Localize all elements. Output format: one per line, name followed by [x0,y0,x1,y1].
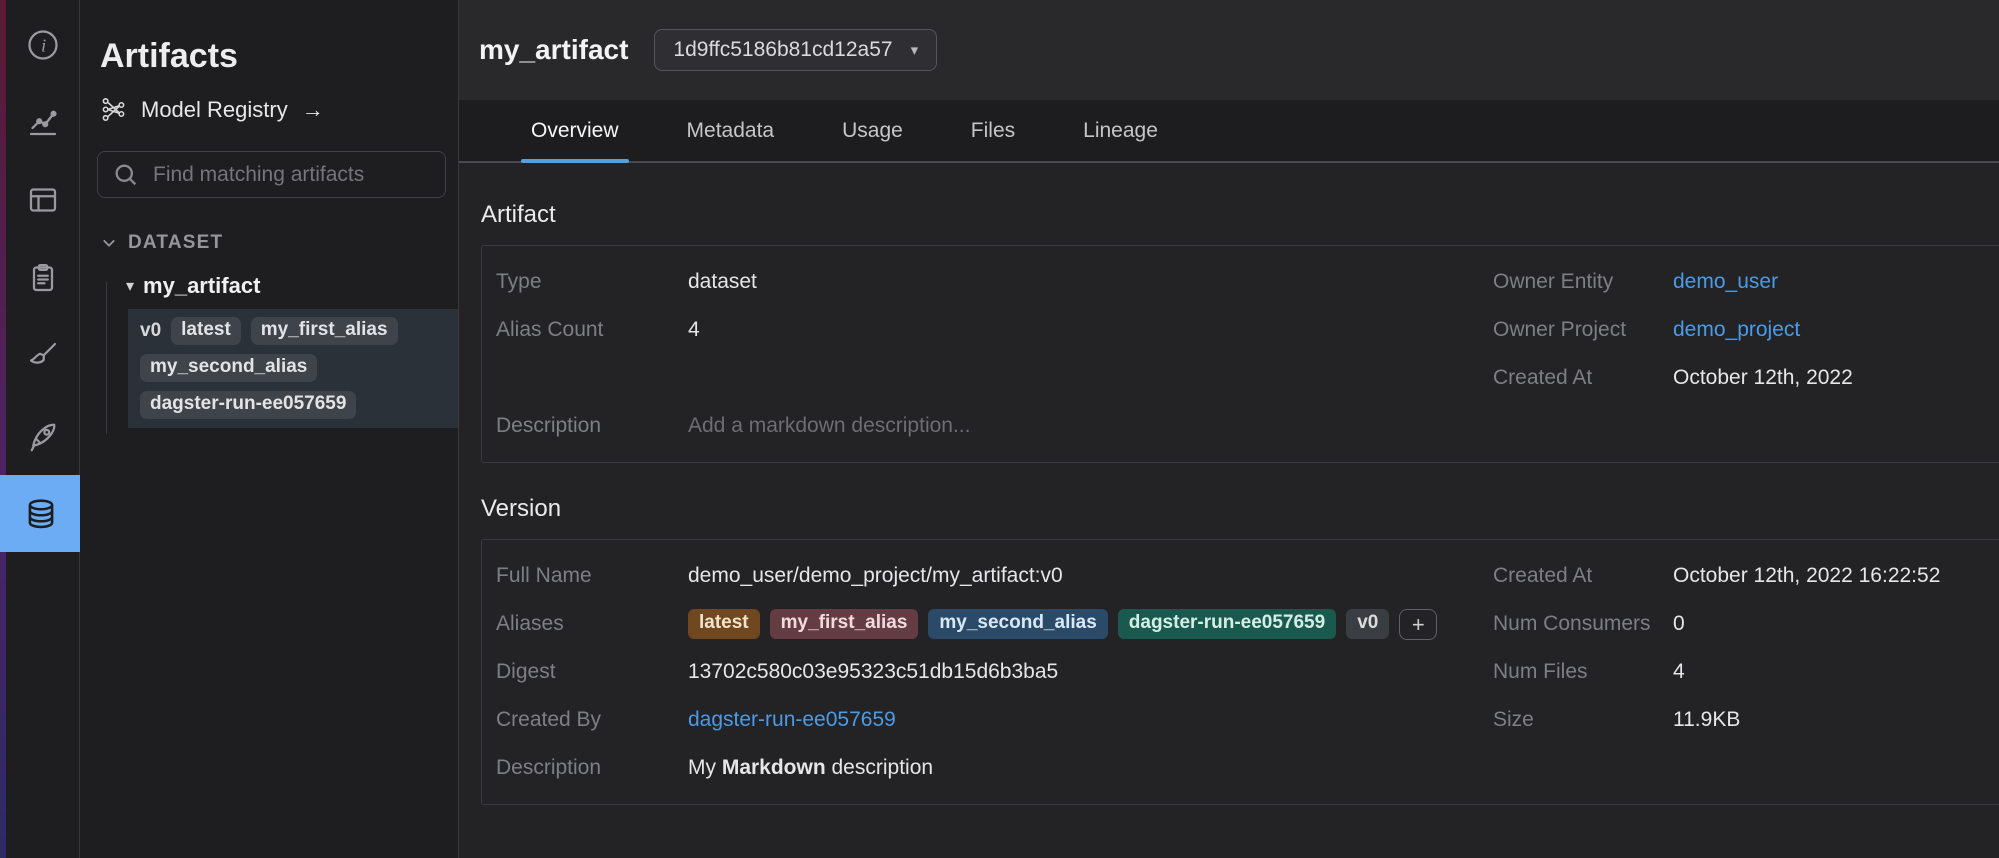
artifacts-nav-active[interactable] [0,475,81,552]
tree-node-my-artifact[interactable]: ▾ my_artifact [126,273,458,299]
launch-icon[interactable] [6,416,80,456]
version-section-title: Version [481,495,1999,523]
model-registry-label: Model Registry [141,97,288,123]
field-value-size: 11.9KB [1673,708,1999,732]
version-chip-v0[interactable]: v0 [1346,609,1389,639]
alias-chip-row: latest my_first_alias my_second_alias da… [688,609,1493,640]
model-registry-link[interactable]: Model Registry → [100,96,458,123]
model-registry-icon [100,96,127,123]
field-label: Created At [1493,366,1673,390]
owner-entity-link[interactable]: demo_user [1673,270,1778,293]
version-dropdown-value: 1d9ffc5186b81cd12a57 [673,38,892,62]
overview-content: Artifact Type dataset Owner Entity demo_… [459,163,1999,858]
field-value-full-name: demo_user/demo_project/my_artifact:v0 [688,564,1493,588]
tab-files[interactable]: Files [965,100,1021,161]
description-text-bold: Markdown [722,756,826,779]
chevron-down-icon [100,234,118,252]
field-label: Num Consumers [1493,612,1673,636]
charts-icon[interactable] [6,102,80,142]
reports-icon[interactable] [6,258,80,298]
artifact-section-title: Artifact [481,201,1999,229]
version-dropdown[interactable]: 1d9ffc5186b81cd12a57 ▾ [654,29,937,71]
tree-indent-line [106,282,107,434]
field-label: Num Files [1493,660,1673,684]
arrow-right-icon: → [302,97,324,123]
field-label: Aliases [496,612,688,636]
field-label: Digest [496,660,688,684]
alias-chip-latest[interactable]: latest [688,609,760,639]
main-panel: my_artifact 1d9ffc5186b81cd12a57 ▾ Overv… [459,0,1999,858]
alias-chip: my_second_alias [140,354,317,382]
description-text: description [826,756,933,779]
field-label: Owner Project [1493,318,1673,342]
artifact-title: my_artifact [479,34,628,66]
alias-chip: my_first_alias [251,317,398,345]
tree-group-label: DATASET [128,232,223,254]
info-icon[interactable]: i [6,25,80,65]
version-label: v0 [140,320,161,342]
field-value-num-consumers: 0 [1673,612,1999,636]
field-label: Created At [1493,564,1673,588]
alias-chip: latest [171,317,241,345]
field-label: Created By [496,708,688,732]
description-placeholder[interactable]: Add a markdown description... [688,414,1493,438]
tab-usage[interactable]: Usage [836,100,909,161]
alias-chip-my-second-alias[interactable]: my_second_alias [928,609,1107,639]
field-value-type: dataset [688,270,1493,294]
field-label: Type [496,270,688,294]
tab-metadata[interactable]: Metadata [681,100,781,161]
caret-down-icon: ▾ [911,41,919,59]
sweeps-icon[interactable] [6,336,80,376]
tab-lineage[interactable]: Lineage [1077,100,1164,161]
owner-project-link[interactable]: demo_project [1673,318,1800,341]
alias-chip: dagster-run-ee057659 [140,391,356,419]
field-label: Description [496,414,688,438]
panels-icon[interactable] [6,180,80,220]
tree-selected-version[interactable]: v0 latest my_first_alias my_second_alias… [128,309,458,428]
nav-rail: i [6,0,80,858]
triangle-down-icon: ▾ [126,276,134,296]
main-header: my_artifact 1d9ffc5186b81cd12a57 ▾ [459,0,1999,100]
alias-chip-my-first-alias[interactable]: my_first_alias [770,609,919,639]
tab-bar: Overview Metadata Usage Files Lineage [459,100,1999,163]
artifact-panel: Type dataset Owner Entity demo_user Alia… [481,245,1999,463]
field-label: Alias Count [496,318,688,342]
field-label: Full Name [496,564,688,588]
search-input[interactable]: Find matching artifacts [97,151,446,198]
search-placeholder: Find matching artifacts [153,163,364,187]
tree-node-label: my_artifact [143,273,260,299]
field-value-digest: 13702c580c03e95323c51db15d6b3ba5 [688,660,1493,684]
svg-text:i: i [41,35,46,55]
field-value-alias-count: 4 [688,318,1493,342]
created-by-run-link[interactable]: dagster-run-ee057659 [688,708,896,731]
alias-chip-dagster-run[interactable]: dagster-run-ee057659 [1118,609,1336,639]
tree-group-dataset[interactable]: DATASET [100,232,458,254]
tab-overview[interactable]: Overview [525,100,625,161]
add-alias-button[interactable]: + [1399,609,1437,640]
sidebar-title: Artifacts [100,32,458,80]
field-label: Description [496,756,688,780]
field-value-version-created-at: October 12th, 2022 16:22:52 [1673,564,1999,588]
field-label: Size [1493,708,1673,732]
artifacts-sidebar: Artifacts Model Registry → Find matching… [80,0,459,858]
version-description[interactable]: My Markdown description [688,756,1493,780]
search-icon [112,161,140,189]
description-text: My [688,756,722,779]
field-value-num-files: 4 [1673,660,1999,684]
app-root: i Artifacts Model Registry → F [0,0,1999,858]
field-label: Owner Entity [1493,270,1673,294]
version-panel: Full Name demo_user/demo_project/my_arti… [481,539,1999,805]
field-value-created-at: October 12th, 2022 [1673,366,1999,390]
